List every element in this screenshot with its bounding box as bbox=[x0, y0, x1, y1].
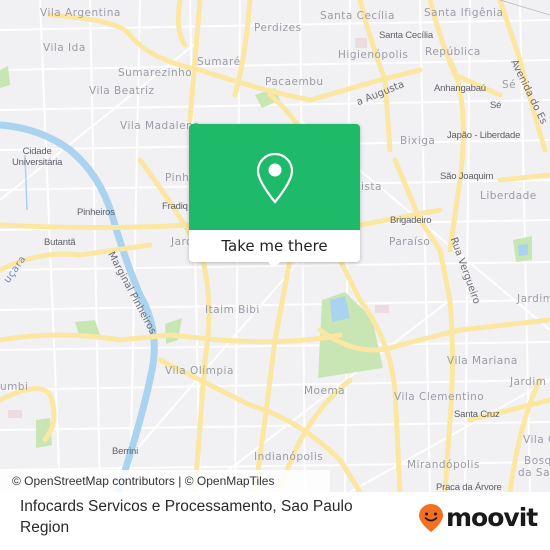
map-label-vila-olimpia: Vila Olímpia bbox=[165, 365, 234, 377]
map-label-pinheiros-area: Pinh bbox=[165, 172, 190, 184]
map-label-da-saude: da Saú bbox=[518, 467, 550, 479]
map-label-jardim-right: Jardim bbox=[517, 293, 550, 305]
map-label-bixiga: Bixiga bbox=[400, 135, 436, 147]
map-label-higienopolis: Higienópolis bbox=[338, 49, 409, 61]
map-label-perdizes: Perdizes bbox=[254, 22, 302, 34]
moovit-wordmark: moovit bbox=[446, 503, 538, 532]
moovit-logo[interactable]: moovit bbox=[418, 503, 538, 533]
map-label-santa-cecilia: Santa Cecília bbox=[320, 10, 395, 22]
map-label-santa-ifigenia: Santa Ifigênia bbox=[424, 7, 504, 19]
map-label-se: Sé bbox=[502, 79, 517, 91]
map-label-vila-c: Vila C bbox=[523, 434, 550, 446]
station-label-berrini: Berrini bbox=[112, 446, 139, 457]
take-me-there-button[interactable]: Take me there bbox=[189, 230, 360, 262]
map-label-vila-clementino: Vila Clementino bbox=[394, 391, 485, 403]
station-label-santa-cecilia: Santa Cecília bbox=[379, 30, 433, 41]
map-label-sumare: Sumaré bbox=[197, 56, 241, 68]
map-label-bosque: Bosque bbox=[524, 455, 550, 467]
map-label-paraiso: Paraíso bbox=[389, 236, 431, 248]
map-label-vila-beatriz: Vila Beatriz bbox=[89, 85, 155, 97]
map-label-vila-argentina: Vila Argentina bbox=[40, 7, 121, 19]
place-title: Infocards Servicos e Processamento, Sao … bbox=[20, 498, 353, 536]
map-label-pacaembu: Pacaembu bbox=[265, 76, 324, 88]
map-label-vila-mariana: Vila Mariana bbox=[447, 355, 518, 367]
map-label-morumbi: umbi bbox=[0, 381, 29, 393]
station-label-santa-cruz: Santa Cruz bbox=[454, 409, 500, 420]
station-label-butanta: Butantã bbox=[44, 237, 76, 248]
station-label-se: Sé bbox=[490, 100, 502, 111]
station-label-sao-joaquim: São Joaquim bbox=[440, 171, 494, 182]
map-label-mirandopolis: Mirandópolis bbox=[407, 459, 480, 471]
popup-header bbox=[189, 124, 360, 230]
map-label-indianopolis: Indianópolis bbox=[254, 451, 324, 463]
station-label-cidade-universitaria: Cidade Universitária bbox=[12, 146, 63, 168]
map-label-itaim-bibi: Itaim Bibi bbox=[205, 304, 260, 316]
map-label-vila-ida: Vila Ida bbox=[43, 42, 86, 54]
map-label-sumarezinho: Sumarezinho bbox=[118, 67, 193, 79]
map-attribution[interactable]: © OpenStreetMap contributors | © OpenMap… bbox=[0, 470, 330, 492]
map-label-liberdade: Liberdade bbox=[480, 190, 537, 202]
station-label-praca-da-arvore: Praca da Árvore bbox=[436, 482, 502, 492]
station-label-anhangabau: Anhangabaú bbox=[434, 83, 486, 94]
popup-pointer bbox=[267, 261, 281, 268]
railway bbox=[499, 0, 550, 16]
station-label-brigadeiro: Brigadeiro bbox=[390, 215, 432, 226]
map-label-jardim-right2: Jardim A bbox=[510, 376, 550, 388]
moovit-pin-icon bbox=[419, 504, 443, 532]
station-label-pinheiros: Pinheiros bbox=[77, 207, 115, 218]
location-pin-icon bbox=[256, 152, 294, 204]
footer: Infocards Servicos e Processamento, Sao … bbox=[0, 492, 550, 550]
location-popup[interactable]: Take me there bbox=[189, 124, 360, 268]
map-label-paulista-area: ista bbox=[361, 181, 382, 193]
map-canvas[interactable]: Vila Argentina Vila Ida Sumarezinho Vila… bbox=[0, 0, 550, 492]
map-label-moema: Moema bbox=[304, 385, 346, 397]
map-label-republica: República bbox=[425, 46, 481, 58]
station-label-japao-liberdade: Japão - Liberdade bbox=[447, 130, 521, 141]
station-label-fradique: Fradiq bbox=[162, 201, 188, 212]
